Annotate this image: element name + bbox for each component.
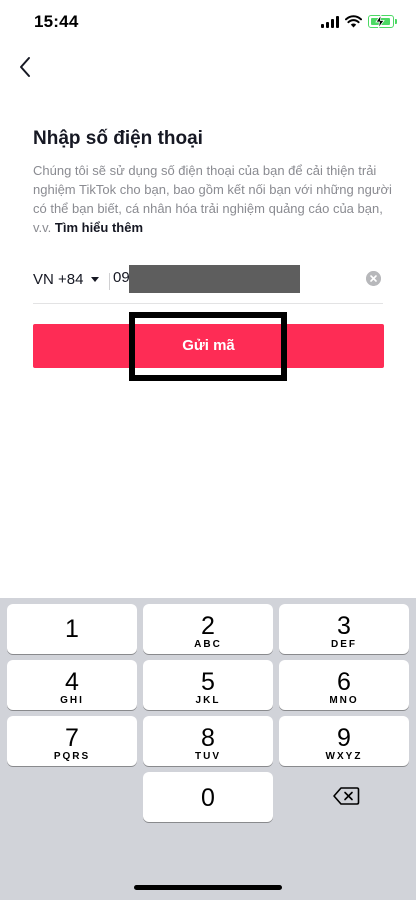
key-digit: 1 [65,615,79,643]
highlight-box [129,312,287,381]
delete-key[interactable] [332,785,360,807]
country-code-selector[interactable]: VN +84 [33,271,100,288]
key-letters: WXYZ [325,751,363,762]
clear-input-button[interactable] [366,271,381,286]
chevron-left-icon [20,57,30,77]
key-digit: 3 [337,612,351,640]
key-letters: ABC [194,639,222,650]
description-text: Chúng tôi sẽ sử dụng số điện thoại của b… [33,161,393,237]
key-letters: TUV [195,751,221,762]
numeric-keypad: 1 2 ABC 3 DEF 4 GHI 5 JKL 6 MNO 7 PQRS 8… [0,598,416,900]
key-1[interactable]: 1 [7,604,137,654]
key-digit: 9 [337,724,351,752]
key-letters: GHI [60,695,84,706]
key-4[interactable]: 4 GHI [7,660,137,710]
key-digit: 7 [65,724,79,752]
wifi-icon [345,15,362,28]
key-digit: 0 [201,784,215,812]
phone-number-input[interactable]: 09 [113,269,130,286]
key-2[interactable]: 2 ABC [143,604,273,654]
cellular-signal-icon [321,16,340,28]
status-bar: 15:44 [0,0,416,46]
key-digit: 6 [337,668,351,696]
key-letters: DEF [331,639,357,650]
caret-down-icon [91,276,100,282]
key-9[interactable]: 9 WXYZ [279,716,409,766]
key-digit: 8 [201,724,215,752]
key-7[interactable]: 7 PQRS [7,716,137,766]
key-3[interactable]: 3 DEF [279,604,409,654]
key-digit: 5 [201,668,215,696]
redacted-phone-digits [129,265,300,293]
clear-circle-icon [366,271,381,286]
back-button[interactable] [10,52,40,82]
key-0[interactable]: 0 [143,772,273,822]
key-digit: 4 [65,668,79,696]
key-letters: MNO [329,695,359,706]
key-digit: 2 [201,612,215,640]
home-indicator[interactable] [134,885,282,890]
status-time: 15:44 [34,12,79,31]
page-title: Nhập số điện thoại [33,128,203,149]
battery-charging-icon [375,15,385,28]
backspace-icon [333,787,360,805]
key-5[interactable]: 5 JKL [143,660,273,710]
country-code-label: VN +84 [33,271,84,288]
key-6[interactable]: 6 MNO [279,660,409,710]
field-divider [109,273,110,290]
phone-field-row: VN +84 09 [33,262,383,304]
learn-more-link[interactable]: Tìm hiểu thêm [55,220,143,235]
key-letters: JKL [195,695,221,706]
key-letters: PQRS [53,751,91,762]
key-8[interactable]: 8 TUV [143,716,273,766]
